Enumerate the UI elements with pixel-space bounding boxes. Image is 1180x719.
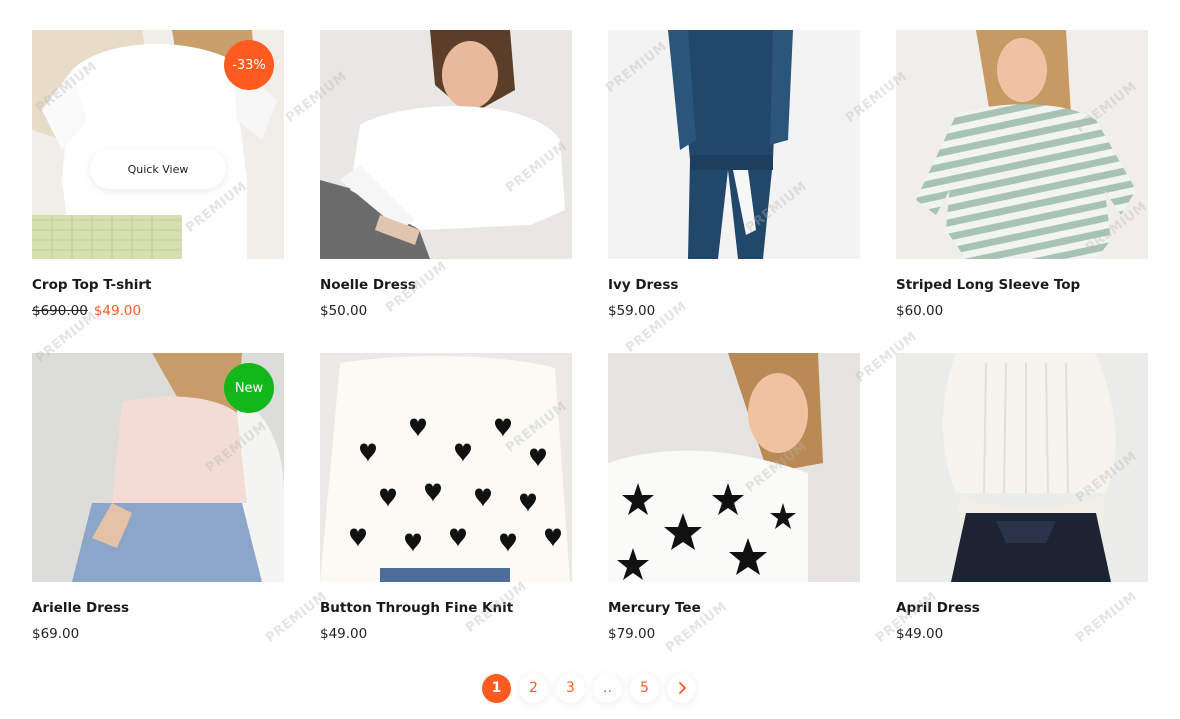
- product-title[interactable]: Arielle Dress: [32, 599, 284, 617]
- price: $60.00: [896, 303, 944, 319]
- price-row: $79.00: [608, 625, 860, 643]
- price-row: $690.00 $49.00: [32, 302, 284, 320]
- product-image[interactable]: [320, 30, 572, 259]
- product-title[interactable]: Striped Long Sleeve Top: [896, 276, 1148, 294]
- price: $59.00: [608, 303, 656, 319]
- product-title[interactable]: Crop Top T-shirt: [32, 276, 284, 294]
- page-ellipsis: ..: [593, 673, 622, 703]
- product-card: Noelle Dress $50.00: [320, 30, 572, 353]
- product-card: Striped Long Sleeve Top $60.00: [896, 30, 1148, 353]
- page-5-button[interactable]: 5: [630, 673, 659, 703]
- price-row: $60.00: [896, 302, 1148, 320]
- next-page-button[interactable]: [667, 673, 696, 703]
- product-title[interactable]: Noelle Dress: [320, 276, 572, 294]
- product-image[interactable]: New: [32, 353, 284, 582]
- pagination: 1 2 3 .. 5: [482, 673, 696, 703]
- sale-price: $49.00: [93, 303, 142, 319]
- price: $49.00: [320, 626, 368, 642]
- product-card: April Dress $49.00: [896, 353, 1148, 676]
- price-row: $50.00: [320, 302, 572, 320]
- price-row: $49.00: [896, 625, 1148, 643]
- page-1-button[interactable]: 1: [482, 673, 511, 703]
- product-image[interactable]: [608, 30, 860, 259]
- product-title[interactable]: Button Through Fine Knit: [320, 599, 572, 617]
- product-card: New Arielle Dress $69.00: [32, 353, 284, 676]
- product-card: Button Through Fine Knit $49.00: [320, 353, 572, 676]
- price: $50.00: [320, 303, 368, 319]
- discount-badge: -33%: [224, 40, 274, 90]
- price: $79.00: [608, 626, 656, 642]
- price: $49.00: [896, 626, 944, 642]
- price-row: $59.00: [608, 302, 860, 320]
- chevron-right-icon: [678, 682, 686, 694]
- product-image[interactable]: [608, 353, 860, 582]
- product-title[interactable]: Mercury Tee: [608, 599, 860, 617]
- product-image[interactable]: [896, 30, 1148, 259]
- product-image[interactable]: -33% Quick View: [32, 30, 284, 259]
- product-card: Ivy Dress $59.00: [608, 30, 860, 353]
- product-image[interactable]: [320, 353, 572, 582]
- page-3-button[interactable]: 3: [556, 673, 585, 703]
- product-card: Mercury Tee $79.00: [608, 353, 860, 676]
- new-badge: New: [224, 363, 274, 413]
- product-card: -33% Quick View Crop Top T-shirt $690.00…: [32, 30, 284, 353]
- price: $69.00: [32, 626, 80, 642]
- product-grid: -33% Quick View Crop Top T-shirt $690.00…: [32, 30, 1148, 676]
- quick-view-button[interactable]: Quick View: [90, 149, 226, 189]
- product-title[interactable]: Ivy Dress: [608, 276, 860, 294]
- product-title[interactable]: April Dress: [896, 599, 1148, 617]
- price-row: $49.00: [320, 625, 572, 643]
- price-row: $69.00: [32, 625, 284, 643]
- original-price: $690.00: [32, 303, 88, 319]
- product-image[interactable]: [896, 353, 1148, 582]
- page-2-button[interactable]: 2: [519, 673, 548, 703]
